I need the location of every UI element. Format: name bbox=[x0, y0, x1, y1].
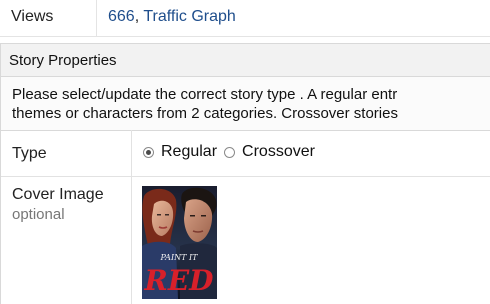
notice-line-1: Please select/update the correct story t… bbox=[12, 86, 398, 103]
views-value: 666, Traffic Graph bbox=[108, 8, 236, 26]
notice-line-2: themes or characters from 2 categories. … bbox=[12, 105, 398, 122]
cover-image-label: Cover Image bbox=[12, 186, 104, 203]
crossover-radio-label[interactable]: Crossover bbox=[242, 143, 315, 161]
views-label: Views bbox=[11, 8, 54, 25]
story-type-radio-group: Regular Crossover bbox=[143, 143, 315, 161]
cover-image-optional-label: optional bbox=[12, 206, 65, 223]
cover-column-divider bbox=[131, 177, 132, 304]
crossover-radio[interactable] bbox=[224, 146, 236, 158]
cover-title-big: RED bbox=[144, 264, 215, 297]
panel-header: Story Properties bbox=[1, 44, 490, 77]
type-label: Type bbox=[12, 145, 47, 162]
regular-radio-label[interactable]: Regular bbox=[161, 143, 217, 161]
views-row: Views 666, Traffic Graph bbox=[0, 0, 490, 37]
panel-title: Story Properties bbox=[9, 52, 117, 69]
cover-title-top: PAINT IT bbox=[160, 253, 199, 262]
story-type-notice: Please select/update the correct story t… bbox=[1, 77, 490, 131]
type-column-divider bbox=[131, 130, 132, 176]
views-count-link[interactable]: 666 bbox=[108, 8, 135, 25]
views-divider bbox=[96, 0, 97, 36]
cover-image-thumbnail[interactable]: PAINT IT RED bbox=[142, 186, 217, 299]
views-separator: , bbox=[134, 8, 140, 25]
story-properties-panel: Story Properties Please select/update th… bbox=[0, 43, 490, 304]
regular-radio[interactable] bbox=[143, 146, 154, 158]
cover-image-row: Cover Image optional PAINT IT RED bbox=[1, 177, 490, 304]
type-row: Type Regular Crossover bbox=[1, 130, 490, 177]
traffic-graph-link[interactable]: Traffic Graph bbox=[143, 8, 235, 25]
